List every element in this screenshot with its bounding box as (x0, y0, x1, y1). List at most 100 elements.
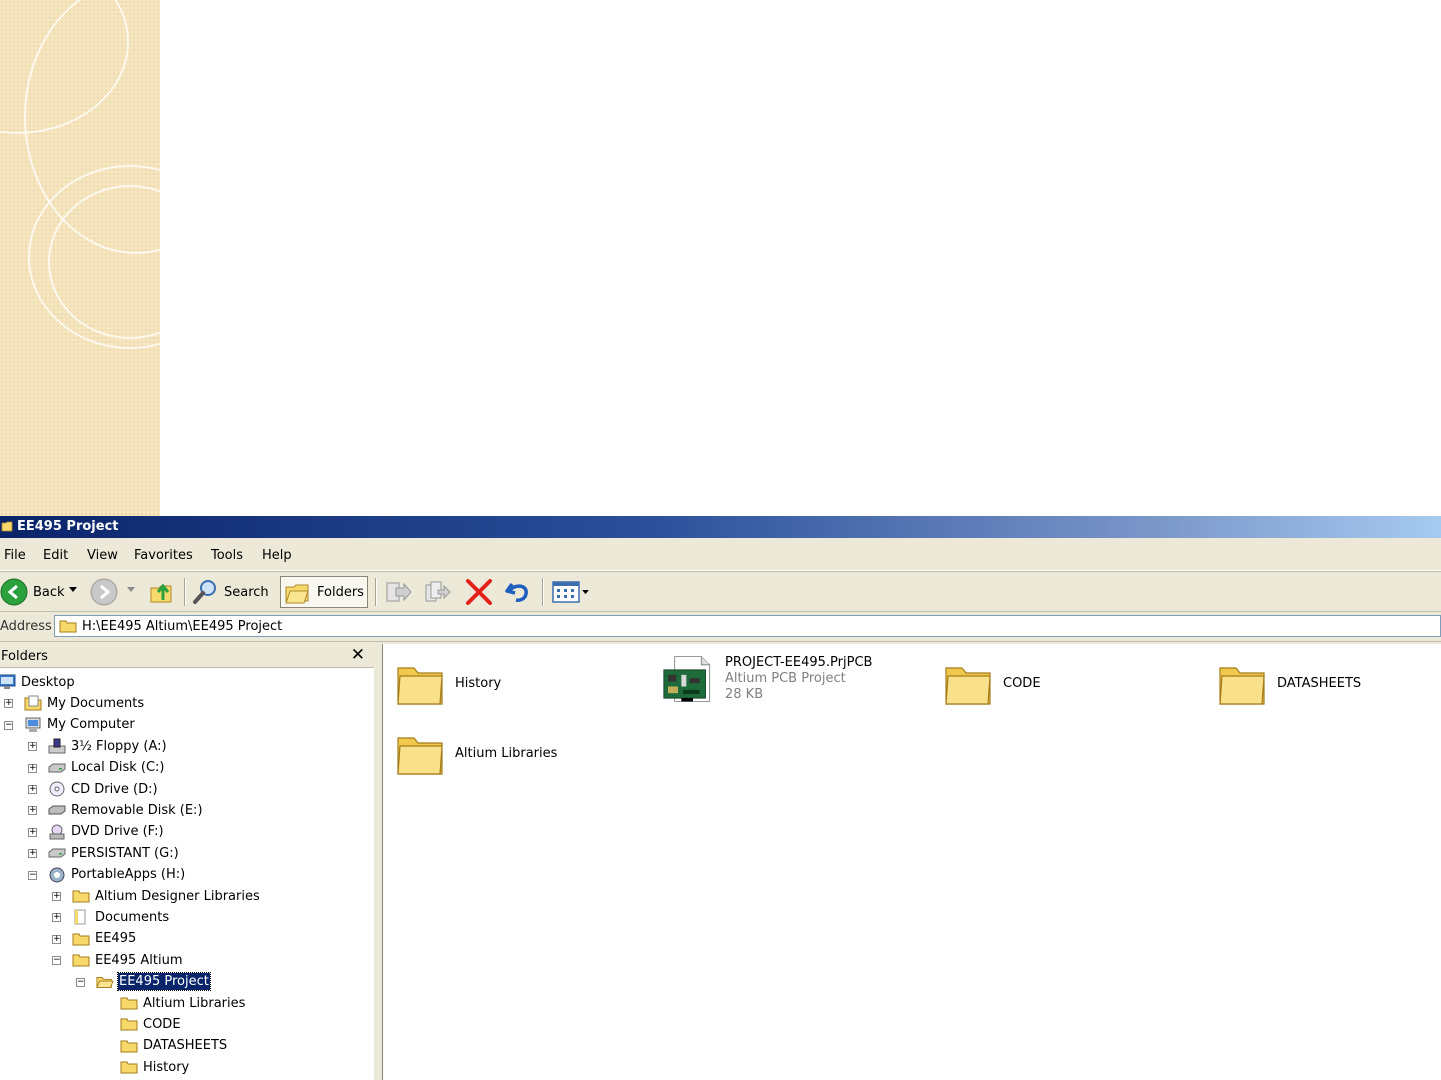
collapse-icon[interactable]: − (76, 977, 85, 987)
list-item-code[interactable]: CODE (943, 659, 1041, 709)
expand-icon[interactable]: + (28, 742, 37, 752)
menu-tools[interactable]: Tools (211, 548, 243, 563)
my-documents-icon (24, 695, 42, 711)
expand-icon[interactable]: + (52, 934, 61, 944)
folders-button[interactable]: Folders (280, 576, 368, 608)
undo-button[interactable] (504, 578, 532, 606)
expand-icon[interactable]: + (28, 849, 37, 859)
collapse-icon[interactable]: − (28, 870, 37, 880)
list-item-project-file[interactable]: PROJECT-EE495.PrjPCB Altium PCB Project … (663, 654, 872, 704)
expand-icon[interactable]: + (52, 913, 61, 923)
tree-item-label: EE495 Project (117, 972, 211, 992)
tree-item[interactable]: + Altium Designer Libraries (52, 886, 261, 906)
delete-button[interactable] (465, 579, 493, 605)
list-item-history[interactable]: History (395, 659, 501, 709)
tree-item[interactable]: − PortableApps (H:) (28, 865, 186, 885)
menu-file[interactable]: File (4, 548, 26, 563)
title-bar[interactable]: EE495 Project (0, 516, 1441, 538)
toolbar-separator (375, 578, 377, 606)
back-button[interactable]: Back (0, 578, 65, 606)
close-icon[interactable]: ✕ (351, 645, 365, 665)
folder-icon (120, 995, 138, 1011)
big-folder-icon (943, 659, 993, 709)
tree-item[interactable]: − My Computer (4, 715, 136, 735)
toolbar-separator (542, 578, 544, 606)
copy-to-button[interactable] (423, 579, 451, 605)
tree-item-label: Altium Libraries (143, 995, 246, 1011)
tree-item-label: 3½ Floppy (A:) (71, 738, 167, 754)
folders-pane-header: Folders ✕ (0, 644, 374, 668)
folder-up-icon (150, 583, 172, 603)
tree-item-label: CODE (143, 1016, 181, 1032)
list-item-datasheets[interactable]: DATASHEETS (1217, 659, 1361, 709)
cd-drive-icon (48, 781, 66, 797)
tree-item[interactable]: CODE (118, 1014, 182, 1034)
tree-item[interactable]: − EE495 Project (76, 972, 211, 992)
collapse-icon[interactable]: − (4, 720, 13, 730)
menu-help[interactable]: Help (262, 548, 292, 563)
collapse-icon[interactable]: − (52, 956, 61, 966)
folder-icon (120, 1059, 138, 1075)
tree-item-label: DVD Drive (F:) (71, 824, 164, 840)
desktop-icon (0, 674, 16, 690)
tree-item[interactable]: + Documents (52, 907, 170, 927)
menu-bar: File Edit View Favorites Tools Help (0, 538, 1441, 571)
expand-icon[interactable]: + (28, 763, 37, 773)
big-folder-icon (395, 659, 445, 709)
forward-button[interactable] (90, 578, 118, 606)
back-dropdown[interactable] (69, 587, 77, 593)
back-label: Back (33, 584, 65, 600)
tree-item[interactable]: − EE495 Altium (52, 950, 184, 970)
tree-item[interactable]: + EE495 (52, 929, 137, 949)
tree-item[interactable]: + DVD Drive (F:) (28, 822, 165, 842)
folders-pane-title: Folders (1, 649, 48, 664)
list-item-altium-libraries[interactable]: Altium Libraries (395, 729, 557, 779)
item-name: History (455, 676, 502, 691)
dropdown-arrow-icon (582, 589, 589, 594)
expand-icon[interactable]: + (28, 806, 37, 816)
tree-item[interactable]: + My Documents (4, 693, 145, 713)
hard-drive-icon (48, 760, 66, 776)
up-button[interactable] (148, 578, 176, 606)
tree-item[interactable]: DATASHEETS (118, 1036, 228, 1056)
views-button[interactable] (552, 580, 589, 604)
tree-item[interactable]: + CD Drive (D:) (28, 779, 159, 799)
search-label: Search (224, 584, 269, 600)
tree-item[interactable]: + Local Disk (C:) (28, 758, 165, 778)
big-folder-icon (1217, 659, 1267, 709)
folder-icon (72, 952, 90, 968)
item-name: PROJECT-EE495.PrjPCB (725, 655, 873, 670)
expand-icon[interactable]: + (4, 699, 13, 709)
big-folder-icon (395, 729, 445, 779)
menu-view[interactable]: View (87, 548, 118, 563)
menu-favorites[interactable]: Favorites (134, 548, 193, 563)
tree-item-label: Documents (95, 909, 170, 925)
toolbar-separator (184, 578, 186, 606)
tree-item[interactable]: History (118, 1057, 190, 1077)
expand-icon[interactable]: + (28, 827, 37, 837)
address-input[interactable]: H:\EE495 Altium\EE495 Project (54, 615, 1441, 637)
folder-icon (59, 620, 77, 633)
expand-icon[interactable]: + (28, 785, 37, 794)
document-folder-icon (72, 909, 90, 925)
window-title: EE495 Project (17, 519, 119, 534)
tree-item[interactable]: +3½ Floppy (A:) (28, 736, 168, 756)
folders-icon (285, 584, 309, 604)
address-bar: Address H:\EE495 Altium\EE495 Project (0, 612, 1441, 642)
expand-icon[interactable]: + (52, 892, 61, 901)
hard-drive-icon (48, 845, 66, 861)
pane-splitter[interactable] (374, 644, 382, 1080)
tree-item[interactable]: + PERSISTANT (G:) (28, 843, 180, 863)
tree-item[interactable]: Altium Libraries (118, 993, 246, 1013)
move-to-button[interactable] (384, 579, 412, 605)
tree-item-label: Removable Disk (E:) (71, 802, 203, 818)
tree-item-label: PERSISTANT (G:) (71, 845, 179, 861)
tree-item[interactable]: Desktop (0, 672, 76, 692)
search-button[interactable]: Search (191, 578, 269, 606)
folder-open-icon (96, 974, 114, 990)
forward-dropdown[interactable] (127, 587, 135, 593)
menu-edit[interactable]: Edit (43, 548, 68, 563)
portableapps-icon (48, 867, 66, 883)
tree-item[interactable]: + Removable Disk (E:) (28, 800, 204, 820)
folder-icon (72, 931, 90, 947)
